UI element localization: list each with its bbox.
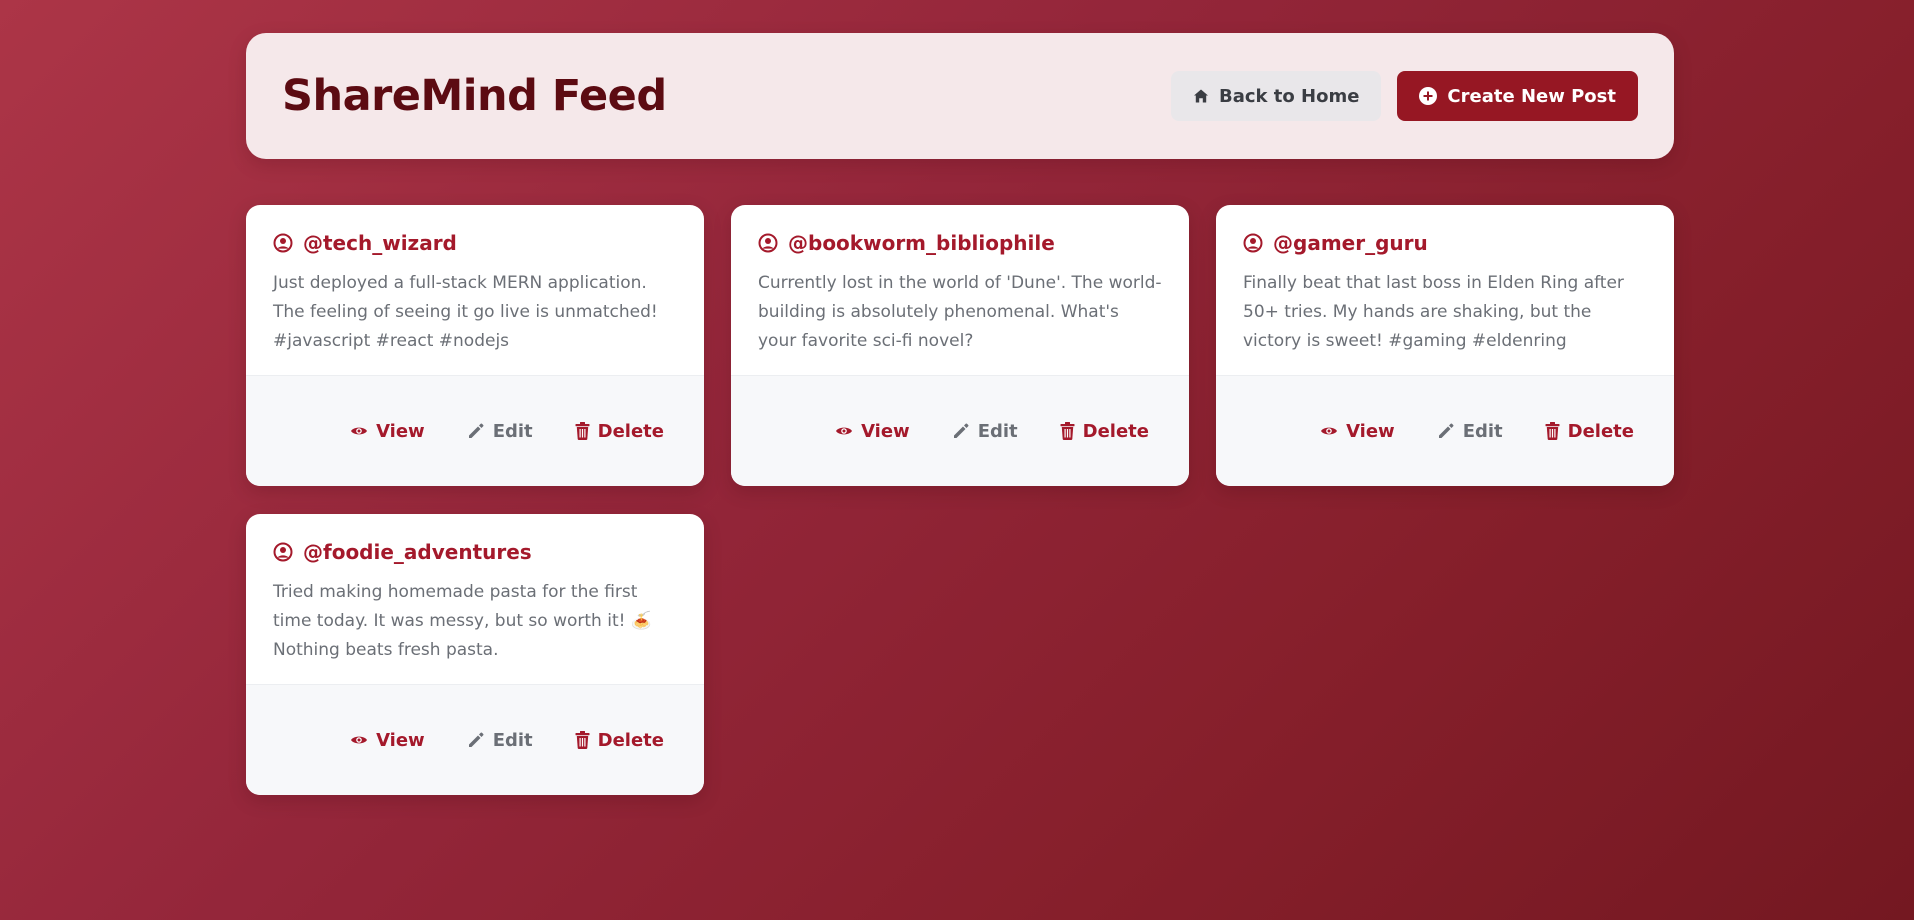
- post-card: @bookworm_bibliophile Currently lost in …: [731, 205, 1189, 486]
- trash-icon: [1060, 422, 1075, 440]
- post-actions: View Edit Delete: [246, 375, 704, 486]
- edit-button[interactable]: Edit: [459, 415, 541, 448]
- post-content: Tried making homemade pasta for the firs…: [273, 582, 653, 660]
- view-label: View: [376, 420, 425, 442]
- user-circle-icon: [273, 233, 293, 253]
- edit-button[interactable]: Edit: [1429, 415, 1511, 448]
- view-button[interactable]: View: [342, 415, 433, 448]
- edit-label: Edit: [492, 420, 533, 442]
- trash-icon: [575, 422, 590, 440]
- trash-icon: [575, 731, 590, 749]
- delete-button[interactable]: Delete: [567, 415, 672, 448]
- view-label: View: [1346, 420, 1395, 442]
- eye-icon: [350, 733, 368, 747]
- post-actions: View Edit Delete: [1216, 375, 1674, 486]
- post-content: Just deployed a full-stack MERN applicat…: [273, 273, 658, 351]
- post-author: @gamer_guru: [1243, 231, 1647, 255]
- post-actions: View Edit Delete: [731, 375, 1189, 486]
- create-new-post-button[interactable]: Create New Post: [1397, 71, 1638, 121]
- post-card: @tech_wizard Just deployed a full-stack …: [246, 205, 704, 486]
- post-card-body: @gamer_guru Finally beat that last boss …: [1216, 205, 1674, 375]
- post-author-name: @gamer_guru: [1273, 231, 1428, 255]
- delete-button[interactable]: Delete: [567, 724, 672, 757]
- user-circle-icon: [1243, 233, 1263, 253]
- feed-header: ShareMind Feed Back to Home Create New P…: [246, 33, 1674, 159]
- delete-button[interactable]: Delete: [1052, 415, 1157, 448]
- post-author: @foodie_adventures: [273, 540, 677, 564]
- post-grid: @tech_wizard Just deployed a full-stack …: [246, 205, 1674, 795]
- pencil-icon: [467, 731, 485, 749]
- view-label: View: [861, 420, 910, 442]
- post-card: @foodie_adventures Tried making homemade…: [246, 514, 704, 795]
- post-author-name: @tech_wizard: [303, 231, 457, 255]
- eye-icon: [835, 424, 853, 438]
- plus-circle-icon: [1419, 87, 1438, 105]
- view-button[interactable]: View: [1312, 415, 1403, 448]
- page-container: ShareMind Feed Back to Home Create New P…: [246, 33, 1674, 795]
- delete-label: Delete: [1082, 420, 1149, 442]
- edit-label: Edit: [492, 729, 533, 751]
- back-to-home-button[interactable]: Back to Home: [1171, 71, 1382, 121]
- delete-label: Delete: [1567, 420, 1634, 442]
- eye-icon: [350, 424, 368, 438]
- post-card-body: @tech_wizard Just deployed a full-stack …: [246, 205, 704, 375]
- post-author: @bookworm_bibliophile: [758, 231, 1162, 255]
- edit-button[interactable]: Edit: [944, 415, 1026, 448]
- delete-button[interactable]: Delete: [1537, 415, 1642, 448]
- post-card-body: @bookworm_bibliophile Currently lost in …: [731, 205, 1189, 375]
- post-card: @gamer_guru Finally beat that last boss …: [1216, 205, 1674, 486]
- delete-label: Delete: [597, 420, 664, 442]
- user-circle-icon: [758, 233, 778, 253]
- pencil-icon: [952, 422, 970, 440]
- post-content: Finally beat that last boss in Elden Rin…: [1243, 273, 1624, 351]
- header-actions: Back to Home Create New Post: [1171, 71, 1638, 121]
- post-content: Currently lost in the world of 'Dune'. T…: [758, 273, 1162, 351]
- eye-icon: [1320, 424, 1338, 438]
- trash-icon: [1545, 422, 1560, 440]
- edit-label: Edit: [977, 420, 1018, 442]
- post-author: @tech_wizard: [273, 231, 677, 255]
- delete-label: Delete: [597, 729, 664, 751]
- user-circle-icon: [273, 542, 293, 562]
- home-icon: [1193, 88, 1209, 104]
- view-label: View: [376, 729, 425, 751]
- view-button[interactable]: View: [827, 415, 918, 448]
- edit-button[interactable]: Edit: [459, 724, 541, 757]
- pencil-icon: [467, 422, 485, 440]
- create-new-post-label: Create New Post: [1447, 85, 1616, 107]
- view-button[interactable]: View: [342, 724, 433, 757]
- post-author-name: @foodie_adventures: [303, 540, 532, 564]
- back-to-home-label: Back to Home: [1219, 85, 1360, 107]
- post-actions: View Edit Delete: [246, 684, 704, 795]
- edit-label: Edit: [1462, 420, 1503, 442]
- post-card-body: @foodie_adventures Tried making homemade…: [246, 514, 704, 684]
- post-author-name: @bookworm_bibliophile: [788, 231, 1055, 255]
- page-title: ShareMind Feed: [282, 71, 667, 121]
- pencil-icon: [1437, 422, 1455, 440]
